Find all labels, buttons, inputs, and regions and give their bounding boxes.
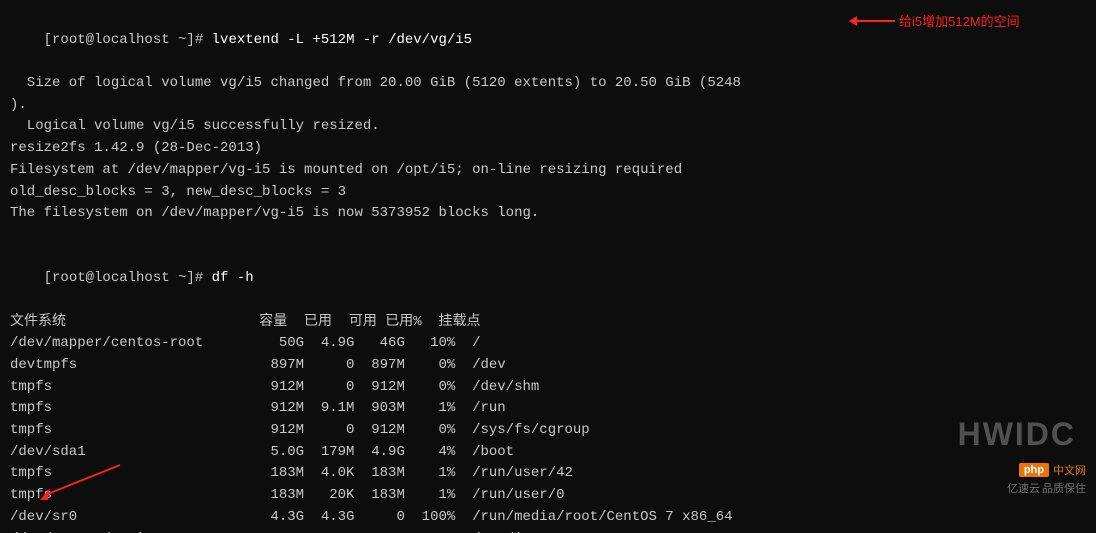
df-row-tmpfs-0: tmpfs 183M 20K 183M 1% /run/user/0	[10, 485, 1086, 507]
command-1: lvextend -L +512M -r /dev/vg/i5	[212, 32, 472, 48]
prompt-2: [root@localhost ~]#	[44, 270, 212, 286]
output-line-2: ).	[10, 95, 1086, 117]
df-row-sda1: /dev/sda1 5.0G 179M 4.9G 4% /boot	[10, 442, 1086, 464]
annotation-arrow-1: 给i5增加512M的空间	[855, 11, 1020, 30]
df-row-sr0: /dev/sr0 4.3G 4.3G 0 100% /run/media/roo…	[10, 507, 1086, 529]
annotation-text-1: 给i5增加512M的空间	[899, 11, 1020, 30]
watermark-yiyun: 亿速云	[1007, 480, 1040, 496]
df-row-vg-i5: /dev/mapper/vg-i5 21G 45M 19G 1% /opt/i5	[10, 529, 1086, 533]
output-line-1: Size of logical volume vg/i5 changed fro…	[10, 73, 1086, 95]
prompt-1: [root@localhost ~]#	[44, 32, 212, 48]
watermark-hwidc: HWIDC	[958, 416, 1076, 453]
output-line-4: resize2fs 1.42.9 (28-Dec-2013)	[10, 138, 1086, 160]
terminal-window: [root@localhost ~]# lvextend -L +512M -r…	[0, 0, 1096, 533]
df-row-tmpfs-shm: tmpfs 912M 0 912M 0% /dev/shm	[10, 377, 1086, 399]
watermark-php: php	[1019, 463, 1049, 477]
blank-line	[10, 225, 1086, 247]
df-row-tmpfs-run: tmpfs 912M 9.1M 903M 1% /run	[10, 398, 1086, 420]
df-header: 文件系统 容量 已用 可用 已用% 挂载点	[10, 312, 1086, 334]
df-row-devtmpfs: devtmpfs 897M 0 897M 0% /dev	[10, 355, 1086, 377]
watermark-cn: 中文网	[1053, 462, 1086, 478]
watermark-quality: 品质保住	[1042, 480, 1086, 496]
df-row-tmpfs-42: tmpfs 183M 4.0K 183M 1% /run/user/42	[10, 463, 1086, 485]
df-row-tmpfs-cgroup: tmpfs 912M 0 912M 0% /sys/fs/cgroup	[10, 420, 1086, 442]
output-line-3: Logical volume vg/i5 successfully resize…	[10, 116, 1086, 138]
output-line-7: The filesystem on /dev/mapper/vg-i5 is n…	[10, 203, 1086, 225]
output-line-5: Filesystem at /dev/mapper/vg-i5 is mount…	[10, 160, 1086, 182]
command-line-2: [root@localhost ~]# df -h	[10, 247, 1086, 312]
command-2: df -h	[212, 270, 254, 286]
df-row-centos-root: /dev/mapper/centos-root 50G 4.9G 46G 10%…	[10, 333, 1086, 355]
output-line-6: old_desc_blocks = 3, new_desc_blocks = 3	[10, 182, 1086, 204]
watermark-yiyun-container: 亿速云 品质保住	[1007, 480, 1086, 496]
annotation-arrow-2	[40, 460, 140, 505]
